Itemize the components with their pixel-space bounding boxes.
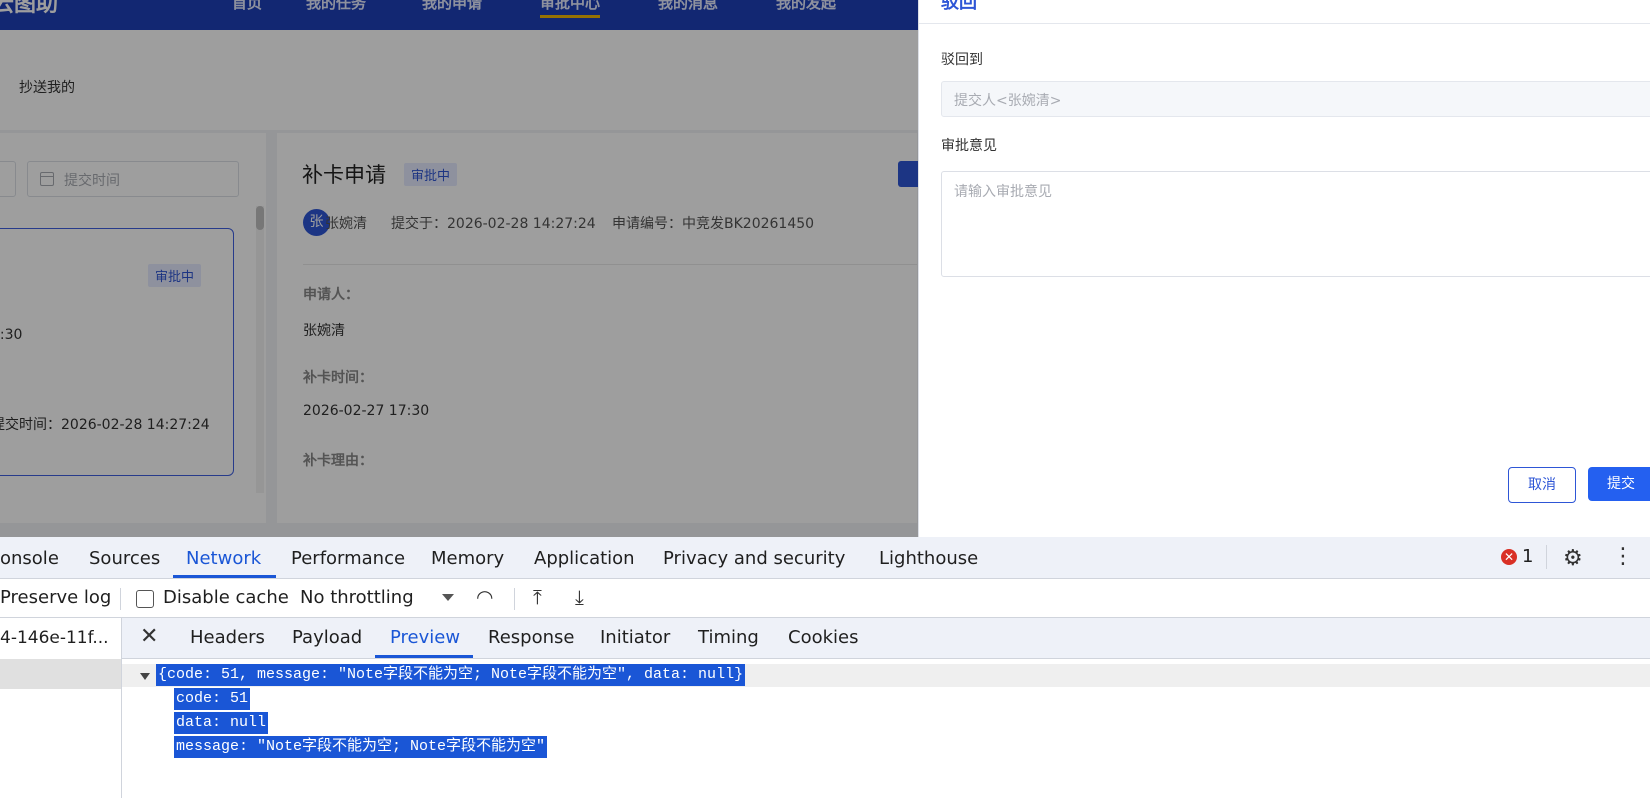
network-toolbar: Preserve log Disable cache No throttling… — [0, 579, 1650, 618]
disable-cache-checkbox[interactable] — [136, 590, 154, 608]
preview-line-message[interactable]: message: "Note字段不能为空; Note字段不能为空" — [174, 736, 548, 758]
request-row-selected[interactable] — [0, 659, 121, 689]
disable-cache-label[interactable]: Disable cache — [163, 587, 289, 608]
tab-response[interactable]: Response — [488, 627, 574, 648]
tab-payload[interactable]: Payload — [292, 627, 362, 648]
tab-headers[interactable]: Headers — [190, 627, 265, 648]
error-icon[interactable]: ✕ — [1501, 549, 1517, 565]
error-count[interactable]: 1 — [1522, 546, 1533, 567]
drawer-title: 驳回 — [941, 0, 977, 13]
request-detail-tabs: ✕ Headers Payload Preview Response Initi… — [122, 618, 1650, 659]
request-list: 4-146e-11f... — [0, 618, 122, 798]
tab-network[interactable]: Network — [186, 548, 261, 569]
toolbar-separator — [120, 588, 121, 610]
tab-lighthouse[interactable]: Lighthouse — [879, 548, 978, 569]
submit-button[interactable]: 提交 — [1588, 467, 1650, 501]
tab-performance[interactable]: Performance — [291, 548, 405, 569]
devtools-panel: onsole Sources Network Performance Memor… — [0, 537, 1650, 798]
active-tab-indicator — [173, 575, 276, 578]
reject-drawer: 驳回 驳回到 提交人<张婉清> 审批意见 请输入审批意见 取消 提交 — [918, 0, 1650, 537]
drawer-header-divider — [919, 23, 1650, 24]
toolbar-separator — [1546, 545, 1547, 569]
network-conditions-icon[interactable]: ◠ — [476, 585, 493, 609]
chevron-down-icon[interactable] — [442, 594, 454, 601]
reject-to-label: 驳回到 — [941, 52, 983, 68]
preserve-log-label[interactable]: Preserve log — [0, 587, 111, 608]
gear-icon[interactable]: ⚙ — [1563, 546, 1583, 571]
tab-sources[interactable]: Sources — [89, 548, 160, 569]
tab-privacy-security[interactable]: Privacy and security — [663, 548, 845, 569]
opinion-textarea[interactable]: 请输入审批意见 — [941, 171, 1650, 277]
close-icon[interactable]: ✕ — [140, 624, 158, 649]
upload-icon[interactable]: ⤒ — [533, 585, 542, 609]
toolbar-separator — [514, 588, 515, 610]
tab-memory[interactable]: Memory — [431, 548, 504, 569]
reject-to-value: 提交人<张婉清> — [954, 93, 1062, 109]
opinion-label: 审批意见 — [941, 138, 997, 154]
response-preview: {code: 51, message: "Note字段不能为空; Note字段不… — [122, 659, 1650, 798]
active-subtab-indicator — [375, 655, 473, 658]
preview-line-code[interactable]: code: 51 — [174, 688, 251, 710]
tab-initiator[interactable]: Initiator — [600, 627, 670, 648]
modal-overlay[interactable] — [0, 0, 918, 537]
throttling-select[interactable]: No throttling — [300, 587, 414, 608]
tab-console[interactable]: onsole — [0, 548, 59, 569]
more-options-icon[interactable]: ⋮ — [1612, 544, 1634, 569]
download-icon[interactable]: ⤓ — [575, 585, 584, 609]
reject-to-select[interactable]: 提交人<张婉清> — [941, 81, 1650, 117]
opinion-placeholder: 请输入审批意见 — [954, 184, 1052, 200]
preview-line-data[interactable]: data: null — [174, 712, 269, 734]
devtools-tab-bar: onsole Sources Network Performance Memor… — [0, 537, 1650, 579]
expand-triangle-icon[interactable] — [140, 673, 150, 680]
preview-summary[interactable]: {code: 51, message: "Note字段不能为空; Note字段不… — [156, 664, 746, 686]
cancel-button[interactable]: 取消 — [1508, 467, 1576, 503]
tab-application[interactable]: Application — [534, 548, 635, 569]
request-row[interactable]: 4-146e-11f... — [0, 628, 109, 648]
tab-cookies[interactable]: Cookies — [788, 627, 858, 648]
tab-timing[interactable]: Timing — [698, 627, 759, 648]
tab-preview[interactable]: Preview — [390, 627, 460, 648]
